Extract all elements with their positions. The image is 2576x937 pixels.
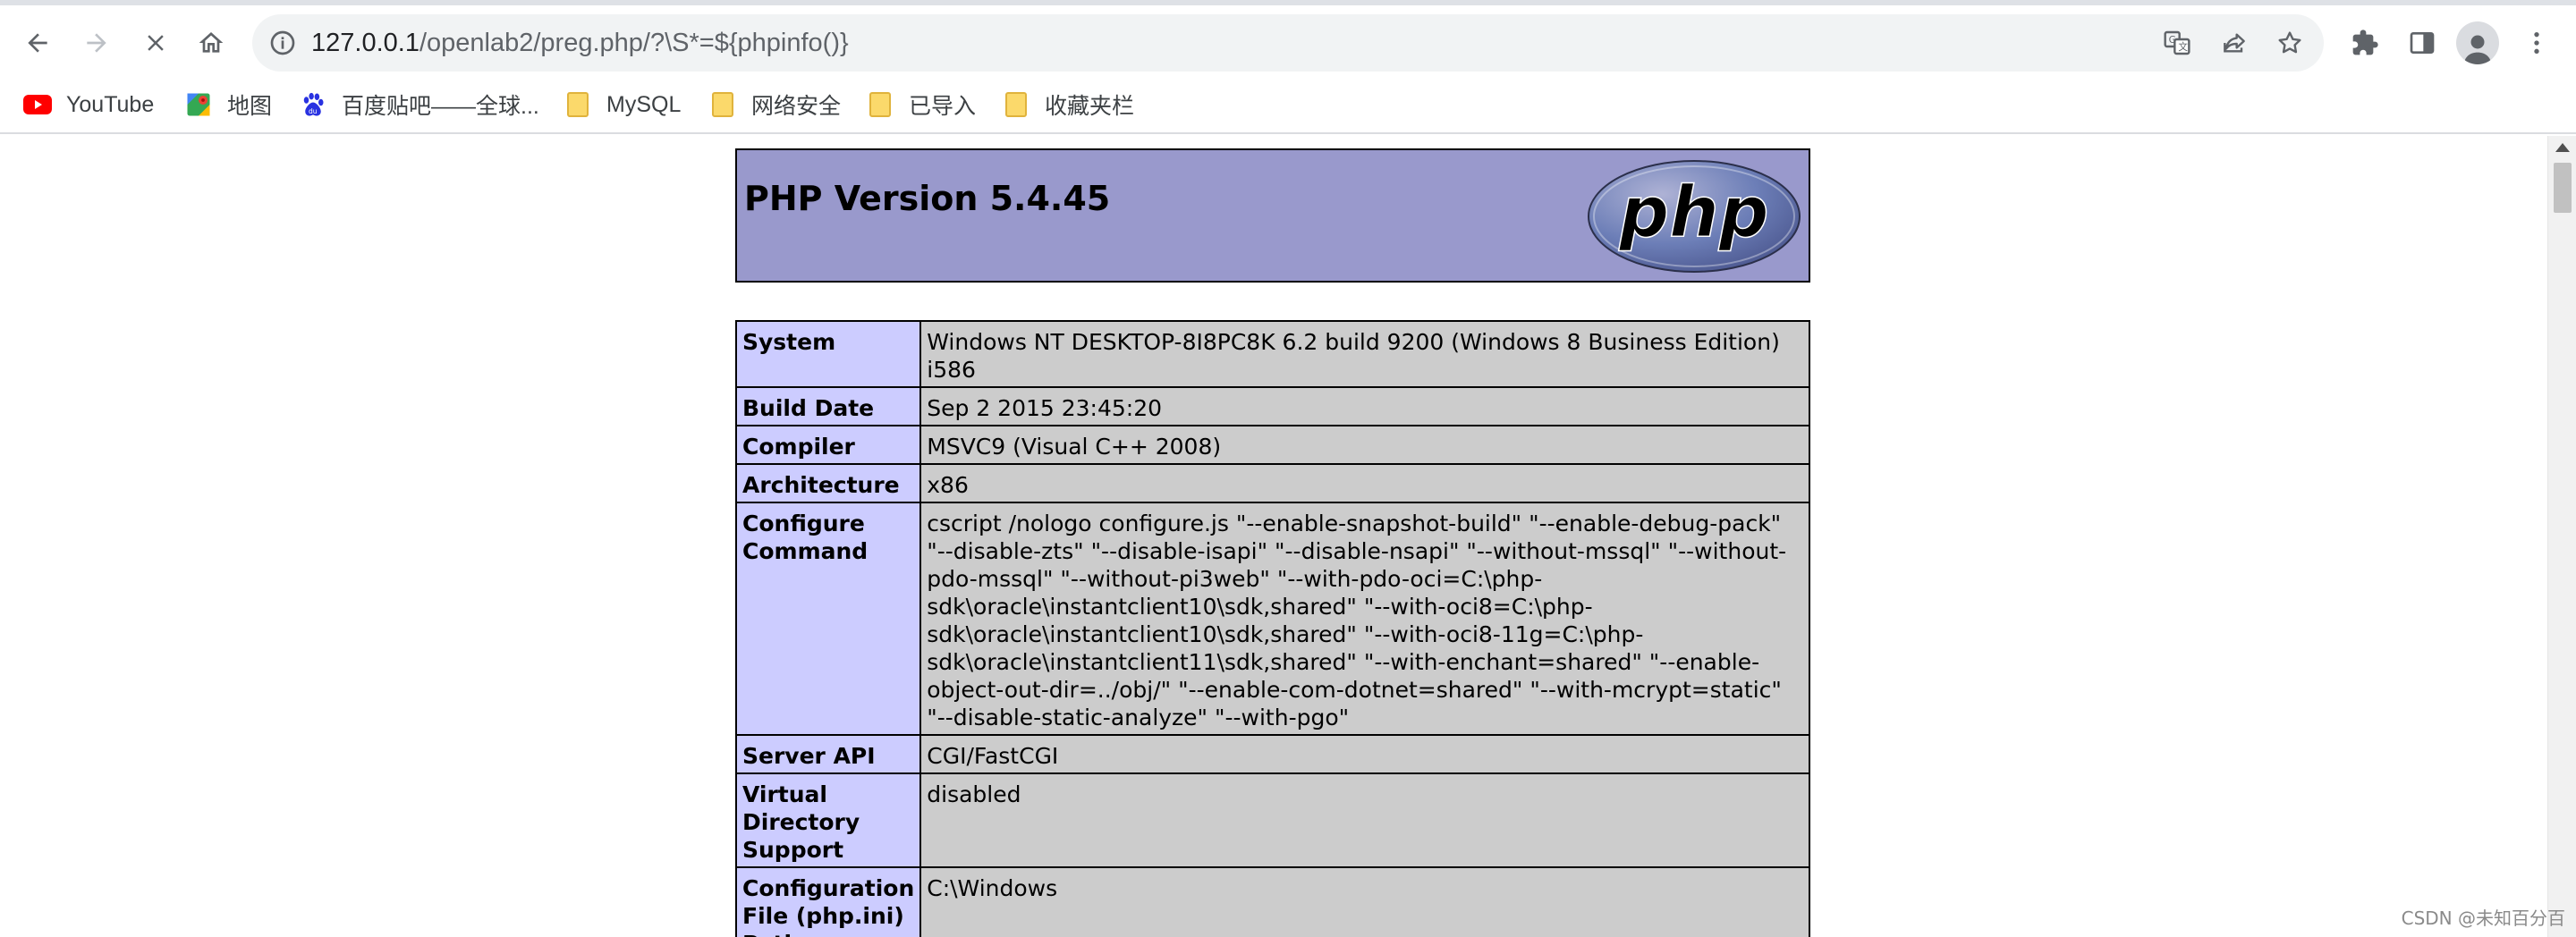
phpinfo-table: System Windows NT DESKTOP-8I8PC8K 6.2 bui… [734,320,1810,937]
phpinfo-row: Server API CGI/FastCGI [734,734,1810,774]
phpinfo-row-label: Architecture [734,463,922,503]
phpinfo-row-value: C:\Windows [919,866,1810,937]
bookmarks-bar: YouTube 地图 du 百度贴吧——全球... MySQL 网络安全 已导入… [0,75,2576,134]
stop-icon [148,35,164,51]
phpinfo-header: PHP Version 5.4.45 php [735,148,1810,283]
bookmark-label: 百度贴吧——全球... [342,94,539,119]
phpinfo-row: Compiler MSVC9 (Visual C++ 2008) [734,425,1810,465]
phpinfo-row-label: System [734,320,922,388]
side-panel-icon [2410,32,2435,54]
bookmark-label: YouTube [66,91,155,117]
star-icon [2278,31,2301,54]
extensions-button[interactable] [2345,23,2385,63]
back-icon [28,33,47,53]
menu-icon [2534,32,2539,54]
bookmark-label: 地图 [227,94,273,119]
phpinfo-row-label: Server API [734,734,922,774]
phpinfo-row-value: x86 [919,463,1810,503]
bookmark-label: 收藏夹栏 [1045,94,1135,119]
folder-icon [866,90,894,119]
phpinfo-row: Build Date Sep 2 2015 23:45:20 [734,386,1810,426]
phpinfo-row-label: Build Date [734,386,922,426]
bookmark-label: 已导入 [909,94,977,119]
phpinfo-row-label: Virtual Directory Support [734,772,922,868]
phpinfo-row-value: CGI/FastCGI [919,734,1810,774]
bookmark-baidu-tieba[interactable]: du 百度贴吧——全球... [299,84,539,125]
menu-button[interactable] [2517,23,2556,63]
maps-icon [184,90,213,119]
info-icon[interactable] [268,29,297,57]
url-text[interactable]: 127.0.0.1/openlab2/preg.php/?\S*=${phpin… [311,14,849,72]
bookmark-folder-imported[interactable]: 已导入 [866,84,976,125]
bookmark-folder-network-security[interactable]: 网络安全 [708,84,841,125]
bookmark-folder-favorites-bar[interactable]: 收藏夹栏 [1002,84,1134,125]
home-icon [199,32,224,53]
bookmark-maps[interactable]: 地图 [184,84,272,125]
share-icon [2224,33,2245,53]
bookmark-label: MySQL [606,91,682,117]
url-path: /openlab2/preg.php/?\S*=${phpinfo()} [419,29,849,57]
phpinfo-container: PHP Version 5.4.45 php System Windows NT … [734,148,1810,937]
vertical-scrollbar[interactable] [2547,136,2576,937]
phpinfo-row-value: Windows NT DESKTOP-8I8PC8K 6.2 build 920… [919,320,1810,388]
php-logo-text: php [1618,173,1768,253]
youtube-icon [23,90,52,119]
forward-icon [87,33,106,53]
phpinfo-row: Virtual Directory Support disabled [734,772,1810,868]
folder-icon [564,90,592,119]
page-viewport: PHP Version 5.4.45 php System Windows NT … [0,136,2547,937]
folder-icon [708,90,737,119]
translate-icon: G文 [2164,30,2190,55]
translate-button[interactable]: G文 [2161,27,2193,59]
svg-text:G: G [2169,34,2176,46]
browser-toolbar: 127.0.0.1/openlab2/preg.php/?\S*=${phpin… [0,0,2576,75]
extensions-icon [2352,30,2378,55]
scrollbar-thumb[interactable] [2554,163,2572,213]
scroll-up-arrow-icon[interactable] [2555,143,2570,152]
php-logo[interactable]: php [1587,159,1801,274]
phpinfo-row-label: Compiler [734,425,922,465]
forward-button[interactable] [72,18,122,68]
phpinfo-row-label: Configure Command [734,502,922,736]
svg-text:文: 文 [2178,41,2188,53]
phpinfo-row-label: Configuration File (php.ini) Path [734,866,922,937]
folder-icon [1002,90,1030,119]
phpinfo-row: Configuration File (php.ini) PathC:\Wind… [734,866,1810,937]
back-button[interactable] [13,18,63,68]
bookmark-folder-mysql[interactable]: MySQL [564,84,681,125]
side-panel-button[interactable] [2402,23,2442,63]
profile-button[interactable] [2456,21,2499,64]
phpinfo-row-value: MSVC9 (Visual C++ 2008) [919,425,1810,465]
share-button[interactable] [2218,27,2250,59]
url-host: 127.0.0.1 [311,29,419,57]
svg-text:du: du [309,107,318,115]
phpinfo-row-value: disabled [919,772,1810,868]
watermark: CSDN @未知百分百 [2401,907,2565,929]
phpinfo-row-value: Sep 2 2015 23:45:20 [919,386,1810,426]
baidu-icon: du [299,90,327,119]
phpinfo-row: System Windows NT DESKTOP-8I8PC8K 6.2 bui… [734,320,1810,388]
home-button[interactable] [186,18,236,68]
phpinfo-row: Architecture x86 [734,463,1810,503]
stop-button[interactable] [131,18,181,68]
bookmark-star-button[interactable] [2274,27,2306,59]
php-version-title: PHP Version 5.4.45 [744,179,1111,218]
phpinfo-row-value: cscript /nologo configure.js "--enable-s… [919,502,1810,736]
bookmark-youtube[interactable]: YouTube [23,84,154,125]
phpinfo-row: Configure Command cscript /nologo configu… [734,502,1810,736]
address-bar[interactable]: 127.0.0.1/openlab2/preg.php/?\S*=${phpin… [252,14,2324,72]
bookmark-label: 网络安全 [751,94,842,119]
profile-icon [2464,35,2491,64]
